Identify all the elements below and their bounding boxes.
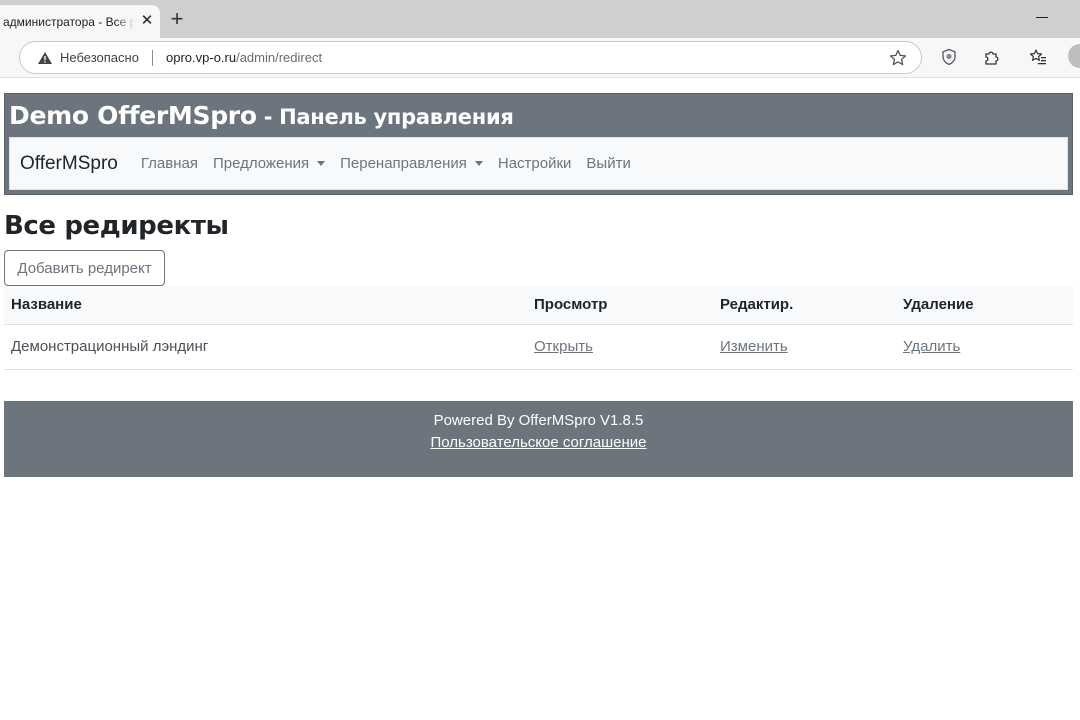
minimize-icon[interactable] — [1036, 10, 1050, 24]
browser-tabstrip: администратора - Все редиректы ✕ + — [0, 0, 1080, 38]
browser-tab[interactable]: администратора - Все редиректы ✕ — [0, 5, 160, 38]
footer: Powered By OfferMSpro V1.8.5 Пользовател… — [4, 401, 1073, 477]
nav-item-home[interactable]: Главная — [141, 155, 198, 172]
open-link[interactable]: Открыть — [534, 338, 593, 355]
add-redirect-button[interactable]: Добавить редирект — [4, 250, 165, 286]
column-header-delete: Удаление — [896, 286, 1073, 325]
nav-item-label: Выйти — [586, 155, 631, 172]
edit-link[interactable]: Изменить — [720, 338, 788, 355]
warning-icon[interactable] — [38, 52, 52, 64]
url-path: /admin/redirect — [236, 50, 323, 65]
redirect-name: Демонстрационный лэндинг — [4, 324, 527, 370]
delete-link[interactable]: Удалить — [903, 338, 960, 355]
favorites-icon[interactable] — [1029, 48, 1047, 66]
nav-item-label: Предложения — [212, 155, 310, 172]
terms-link[interactable]: Пользовательское соглашение — [430, 434, 646, 451]
column-header-name: Название — [4, 286, 527, 325]
nav-item-redirects[interactable]: Перенаправления — [340, 155, 483, 172]
nav-item-logout[interactable]: Выйти — [586, 155, 630, 172]
divider — [152, 50, 153, 66]
address-bar[interactable]: Небезопасно opro.vp-o.ru/admin/redirect — [19, 41, 922, 74]
close-icon[interactable]: ✕ — [139, 13, 155, 29]
shield-icon[interactable] — [940, 48, 958, 66]
app-header: Demo OfferMSpro - Панель управления Offe… — [4, 93, 1073, 195]
security-label[interactable]: Небезопасно — [60, 50, 139, 65]
page-content: Demo OfferMSpro - Панель управления Offe… — [4, 93, 1073, 477]
column-header-view: Просмотр — [527, 286, 713, 325]
header-title: Demo OfferMSpro - Панель управления — [9, 94, 1068, 137]
nav-item-label: Главная — [140, 155, 198, 172]
navbar-brand[interactable]: OfferMSpro — [20, 153, 118, 175]
extensions-icon[interactable] — [982, 48, 1000, 66]
url-text[interactable]: opro.vp-o.ru/admin/redirect — [166, 50, 322, 65]
nav-item-settings[interactable]: Настройки — [498, 155, 572, 172]
caret-down-icon — [317, 161, 326, 166]
header-brand: Demo OfferMSpro — [9, 101, 257, 130]
navbar: OfferMSpro Главная Предложения Перенапра… — [9, 137, 1068, 190]
nav-item-offers[interactable]: Предложения — [212, 155, 326, 172]
caret-down-icon — [474, 161, 483, 166]
nav-item-label: Перенаправления — [340, 155, 467, 172]
star-icon[interactable] — [889, 49, 907, 67]
url-host: opro.vp-o.ru — [166, 50, 237, 65]
header-subtitle: - Панель управления — [256, 105, 514, 129]
new-tab-icon[interactable]: + — [167, 8, 187, 30]
nav-item-label: Настройки — [497, 155, 572, 172]
table-row: Демонстрационный лэндинг Открыть Изменит… — [4, 324, 1073, 370]
table-header-row: Название Просмотр Редактир. Удаление — [4, 286, 1073, 325]
powered-by-text: Powered By OfferMSpro V1.8.5 — [433, 412, 644, 429]
redirects-table: Название Просмотр Редактир. Удаление Дем… — [4, 286, 1073, 370]
tab-title: администратора - Все редиректы — [3, 14, 135, 29]
column-header-edit: Редактир. — [713, 286, 896, 325]
browser-toolbar: Небезопасно opro.vp-o.ru/admin/redirect — [0, 38, 1080, 78]
page-title: Все редиректы — [4, 211, 229, 241]
